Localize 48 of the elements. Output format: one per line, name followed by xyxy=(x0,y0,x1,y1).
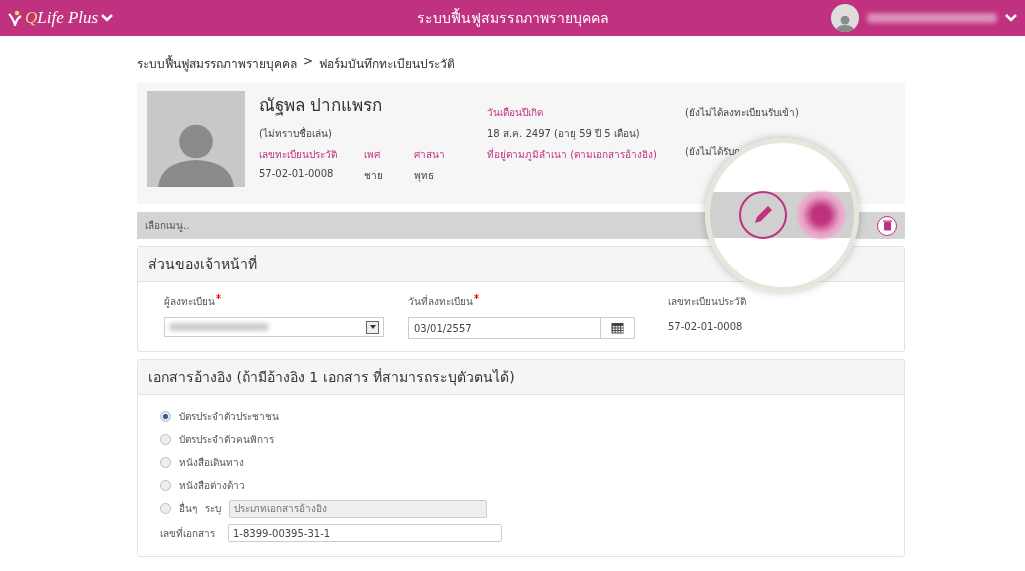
radio-label[interactable]: หนังสือต่างด้าว xyxy=(179,478,245,493)
field-label: ผู้ลงทะเบียน xyxy=(164,294,396,309)
user-avatar[interactable] xyxy=(831,4,859,32)
status-text: (ยังไม่ได้รับก xyxy=(685,145,741,159)
pencil-icon[interactable] xyxy=(739,191,787,239)
radio-button[interactable] xyxy=(160,411,171,422)
field-label: วันที่ลงทะเบียน xyxy=(408,294,656,309)
blurred-icon[interactable] xyxy=(797,191,845,239)
profile-value: 57-02-01-0008 xyxy=(259,168,335,181)
radio-button[interactable] xyxy=(160,503,171,514)
breadcrumb-link[interactable]: ระบบฟื้นฟูสมรรถภาพรายบุคคล xyxy=(137,54,297,73)
chevron-down-icon[interactable] xyxy=(101,13,114,23)
app-title: ระบบฟื้นฟูสมรรถภาพรายบุคคล xyxy=(415,7,610,29)
section-title: เอกสารอ้างอิง (ถ้ามีอ้างอิง 1 เอกสาร ที่สามารถระบุตัวตนได้) xyxy=(138,360,904,395)
trash-icon xyxy=(882,220,892,231)
person-silhouette-icon xyxy=(834,13,856,32)
status-text: (ยังไม่ได้ลงทะเบียนรับเข้า) xyxy=(685,106,800,120)
breadcrumb-separator: > xyxy=(303,54,314,70)
radio-label[interactable]: หนังสือเดินทาง xyxy=(179,455,244,470)
radio-button[interactable] xyxy=(160,480,171,491)
radio-button[interactable] xyxy=(160,457,171,468)
profile-value: 18 ส.ค. 2497 (อายุ 59 ปี 5 เดือน) xyxy=(487,127,641,141)
radio-label[interactable]: บัตรประจำตัวประชาชน xyxy=(179,409,279,424)
profile-label: เลขทะเบียนประวัติ xyxy=(259,148,338,162)
trash-button[interactable] xyxy=(877,215,897,236)
specify-label: ระบุ xyxy=(205,502,221,516)
profile-label: วันเดือนปีเกิด xyxy=(487,106,544,120)
radio-label[interactable]: อื่นๆ xyxy=(179,501,197,516)
profile-label: ศาสนา xyxy=(414,148,446,162)
profile-value: ชาย xyxy=(364,169,384,183)
person-name: ณัฐพล ปากแพรก xyxy=(259,94,384,118)
profile-label: เพศ xyxy=(364,148,381,162)
chevron-down-icon[interactable] xyxy=(1005,13,1017,23)
date-field[interactable]: 03/01/2557 xyxy=(408,317,635,339)
nickname: (ไม่ทราบชื่อเล่น) xyxy=(259,126,333,141)
profile-value: พุทธ xyxy=(414,169,435,183)
logo-text[interactable]: QLife Plus xyxy=(25,8,99,28)
profile-label: ที่อยู่ตามภูมิลำเนา (ตามเอกสารอ้างอิง) xyxy=(487,147,658,162)
radio-label[interactable]: บัตรประจำตัวคนพิการ xyxy=(179,432,274,447)
breadcrumb-link[interactable]: ฟอร์มบันทึกทะเบียนประวัติ xyxy=(319,54,456,73)
field-label: เลขทะเบียนประวัติ xyxy=(668,295,747,309)
document-number-field[interactable]: 1-8399-00395-31-1 xyxy=(228,524,502,542)
dropdown-icon xyxy=(366,320,379,334)
field-value: 57-02-01-0008 xyxy=(668,320,744,332)
person-logo-icon xyxy=(8,10,22,26)
field-label: เลขที่เอกสาร xyxy=(160,525,216,541)
menu-placeholder: เลือกเมนู.. xyxy=(145,219,190,233)
radio-button[interactable] xyxy=(160,434,171,445)
